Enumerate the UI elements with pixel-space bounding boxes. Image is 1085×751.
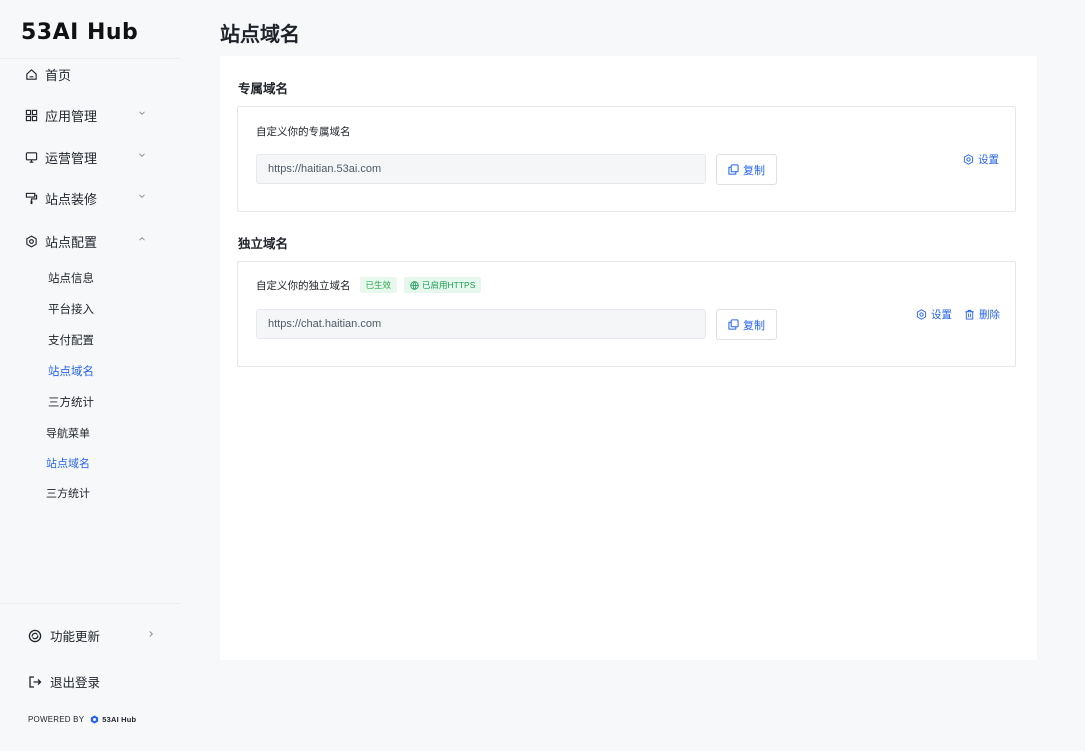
logout-button[interactable]: 退出登录 [28,672,100,691]
copy-button-label: 复制 [743,319,765,332]
independent-domain-label-row: 自定义你的独立域名 已生效 已启用HTTPS [256,277,482,293]
chevron-up-icon [139,236,145,241]
copy-icon [728,164,739,175]
logout-icon [28,675,42,689]
exclusive-domain-title: 专属域名 [238,82,289,96]
settings-label: 设置 [931,309,952,321]
bottom-item-label: 退出登录 [50,676,101,690]
exclusive-domain-settings-button[interactable]: 设置 [963,152,999,167]
chevron-right-icon [149,631,154,637]
sidebar-subitem-nav-menu[interactable]: 导航菜单 [46,425,90,441]
independent-domain-delete-button[interactable]: 删除 [964,307,1000,322]
feature-updates-button[interactable]: 功能更新 [28,626,154,645]
independent-domain-label: 自定义你的独立域名 [256,279,351,292]
gear-icon [24,234,38,248]
paint-roller-icon [24,191,38,205]
independent-domain-box: 自定义你的独立域名 已生效 已启用HTTPS https://chat.hait… [237,261,1016,367]
status-badge-active: 已生效 [359,277,398,293]
exclusive-domain-label: 自定义你的专属域名 [256,126,351,138]
independent-domain-url-field[interactable]: https://chat.haitian.com [256,309,706,339]
https-badge-label: 已启用HTTPS [422,280,476,290]
trash-icon [965,309,974,320]
sidebar-item-label: 站点装修 [45,191,98,207]
sidebar-item-label: 站点配置 [45,234,98,250]
sidebar-item-home[interactable]: 首页 [24,62,154,86]
divider [0,603,180,604]
sidebar-subitem-third-party-stats[interactable]: 三方统计 [46,485,90,501]
sidebar-item-label: 运营管理 [45,150,98,166]
powered-by: POWERED BY 53AI Hub [28,715,136,724]
copy-icon [728,319,739,330]
app-logo[interactable]: 53AI Hub [21,20,138,45]
delete-label: 删除 [979,309,1000,321]
powered-by-text: POWERED BY [28,715,85,724]
divider [0,58,180,59]
independent-domain-settings-button[interactable]: 设置 [916,307,952,322]
sidebar: 53AI Hub 首页 应用管理 运营管理 站点装修 站点配置 站点信息 平台接… [0,0,180,751]
copy-button-label: 复制 [743,164,765,177]
sidebar-item-label: 首页 [45,67,72,83]
sidebar-item-site-config[interactable]: 站点配置 [24,229,154,253]
chevron-down-icon [139,153,145,158]
settings-icon [916,309,927,320]
exclusive-domain-url: https://haitian.53ai.com [268,163,382,175]
exclusive-domain-box: 自定义你的专属域名 https://haitian.53ai.com 复制 设置 [237,106,1016,212]
home-icon [24,67,38,81]
chevron-down-icon [139,111,145,116]
exclusive-domain-url-field[interactable]: https://haitian.53ai.com [256,154,706,184]
independent-domain-url: https://chat.haitian.com [268,318,382,330]
sidebar-subitem-payment-config[interactable]: 支付配置 [48,332,94,348]
update-icon [28,629,42,643]
copy-exclusive-url-button[interactable]: 复制 [716,154,777,185]
sidebar-subitem-site-info[interactable]: 站点信息 [48,270,94,286]
copy-independent-url-button[interactable]: 复制 [716,309,777,340]
settings-label: 设置 [978,154,999,166]
apps-grid-icon [24,108,38,122]
globe-icon [410,280,419,290]
sidebar-item-label: 应用管理 [45,108,98,124]
sidebar-subitem-site-domain[interactable]: 站点域名 [48,363,94,379]
https-badge: 已启用HTTPS [404,277,482,293]
monitor-icon [24,150,38,164]
content-card: 专属域名 自定义你的专属域名 https://haitian.53ai.com … [220,56,1037,660]
brand-logo-icon [91,715,99,724]
bottom-item-label: 功能更新 [50,630,101,644]
sidebar-subitem-platform-access[interactable]: 平台接入 [48,301,94,317]
sidebar-item-app-management[interactable]: 应用管理 [24,103,154,127]
sidebar-item-operations[interactable]: 运营管理 [24,145,154,169]
page-title: 站点域名 [220,24,300,46]
powered-by-brand: 53AI Hub [102,715,137,724]
sidebar-subitem-third-party-stats[interactable]: 三方统计 [48,394,94,410]
independent-domain-title: 独立域名 [238,237,289,251]
settings-icon [963,154,974,165]
sidebar-item-site-decoration[interactable]: 站点装修 [24,186,154,210]
sidebar-subitem-site-domain[interactable]: 站点域名 [46,455,90,471]
chevron-down-icon [139,194,145,199]
